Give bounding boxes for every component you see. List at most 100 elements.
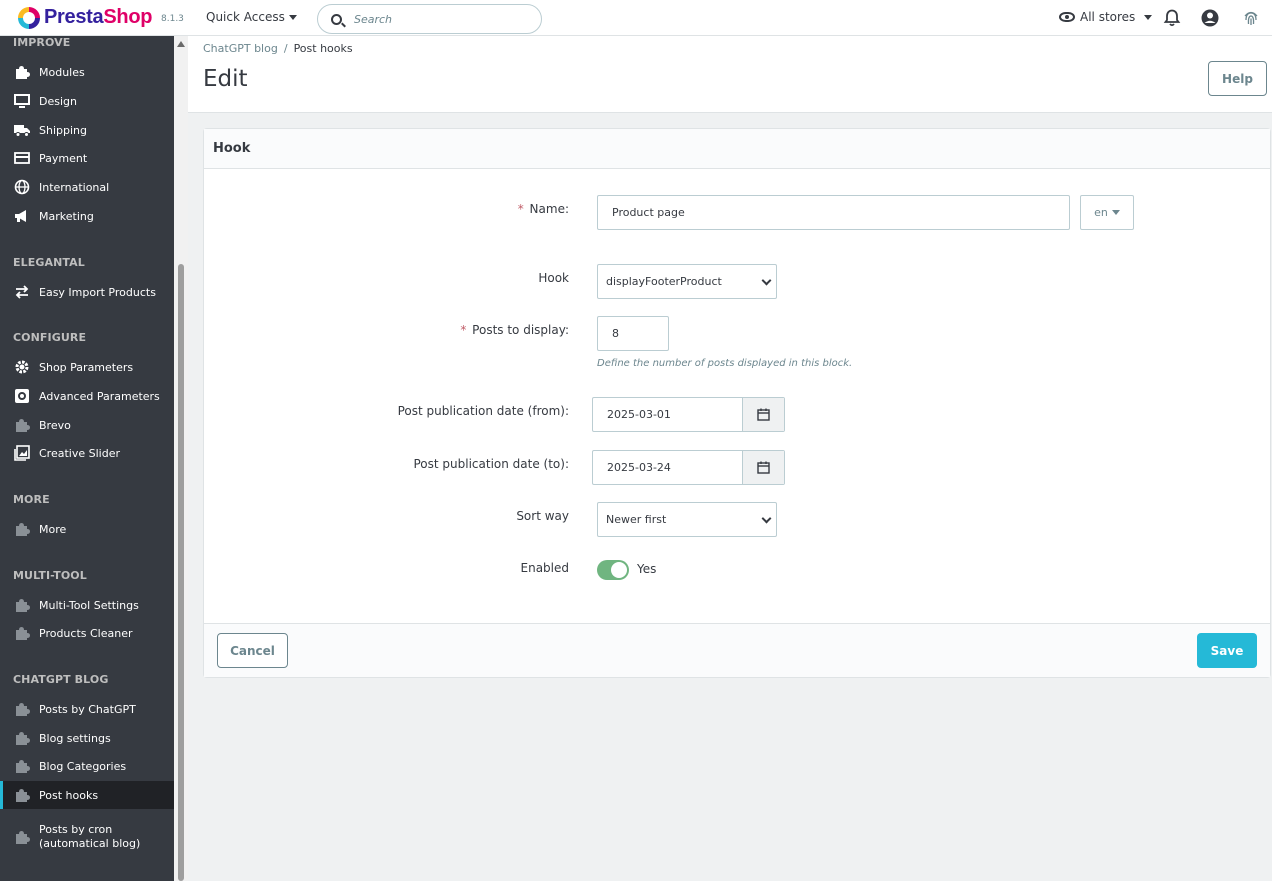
- required-marker: *: [517, 202, 524, 216]
- sidebar-item-more[interactable]: More: [0, 515, 174, 543]
- quick-access-label: Quick Access: [206, 10, 285, 24]
- name-field-value: Product page: [612, 206, 685, 219]
- chevron-down-icon: [761, 275, 772, 286]
- truck-icon: [14, 125, 30, 137]
- hook-select-value: displayFooterProduct: [606, 275, 722, 288]
- posts-to-display-field[interactable]: 8: [597, 316, 669, 351]
- sidebar-item-label: More: [39, 522, 67, 536]
- scrollbar-thumb[interactable]: [178, 264, 184, 881]
- credit-card-icon: [14, 152, 30, 164]
- sidebar-item-modules[interactable]: Modules: [0, 58, 174, 86]
- sidebar-item-design[interactable]: Design: [0, 87, 174, 115]
- date-to-field[interactable]: 2025-03-24: [592, 450, 785, 485]
- eye-icon: [1059, 12, 1075, 22]
- breadcrumb: ChatGPT blog / Post hooks: [203, 42, 353, 55]
- sidebar-item-label: Shipping: [39, 123, 87, 137]
- date-from-calendar-button[interactable]: [742, 398, 784, 431]
- globe-icon: [14, 179, 30, 195]
- fingerprint-icon[interactable]: [1241, 8, 1261, 28]
- scroll-up-arrow-icon[interactable]: [177, 41, 185, 47]
- language-dropdown[interactable]: en: [1080, 195, 1134, 230]
- store-selector[interactable]: All stores: [1059, 10, 1153, 24]
- date-from-label: Post publication date (from):: [397, 404, 569, 418]
- sidebar-item-label: Advanced Parameters: [39, 389, 160, 403]
- sidebar-item-label: Creative Slider: [39, 446, 120, 460]
- hook-label: Hook: [538, 271, 569, 285]
- puzzle-icon: [16, 831, 30, 844]
- name-label: * Name:: [517, 202, 569, 216]
- sidebar-item-marketing[interactable]: Marketing: [0, 202, 174, 230]
- sidebar-item-label: International: [39, 180, 110, 194]
- help-button[interactable]: Help: [1208, 61, 1267, 96]
- sidebar-item-label: Blog settings: [39, 731, 111, 745]
- image-icon: [14, 445, 30, 461]
- calendar-icon: [757, 408, 770, 421]
- sidebar-item-posts-by-cron[interactable]: Posts by cron (automatical blog): [0, 816, 174, 858]
- sort-way-select[interactable]: Newer first: [597, 502, 777, 537]
- search-input[interactable]: [354, 12, 524, 26]
- logo-text-part2: Shop: [103, 6, 153, 28]
- sidebar-item-label: Brevo: [39, 418, 71, 432]
- hook-form-panel: Hook * Name: Product page en Hook displa…: [203, 128, 1271, 678]
- sidebar-scrollbar[interactable]: [174, 36, 188, 881]
- sidebar-item-multi-tool-settings[interactable]: Multi-Tool Settings: [0, 591, 174, 619]
- enabled-toggle[interactable]: [597, 560, 629, 580]
- settings-box-icon: [15, 389, 29, 403]
- sidebar-item-easy-import-products[interactable]: Easy Import Products: [0, 278, 174, 306]
- monitor-icon: [14, 94, 30, 108]
- caret-down-icon: [288, 14, 297, 20]
- date-to-label: Post publication date (to):: [413, 457, 569, 471]
- sidebar-item-shipping[interactable]: Shipping: [0, 116, 174, 144]
- quick-access-dropdown[interactable]: Quick Access: [206, 10, 297, 24]
- sidebar-item-advanced-parameters[interactable]: Advanced Parameters: [0, 382, 174, 410]
- sidebar-item-products-cleaner[interactable]: Products Cleaner: [0, 619, 174, 647]
- save-button[interactable]: Save: [1197, 633, 1257, 668]
- breadcrumb-separator: /: [283, 42, 288, 55]
- sidebar-item-posts-by-chatgpt[interactable]: Posts by ChatGPT: [0, 695, 174, 723]
- sidebar-item-label-line2: (automatical blog): [39, 837, 141, 850]
- cancel-button[interactable]: Cancel: [217, 633, 288, 668]
- sidebar-section-configure: CONFIGURE: [13, 331, 87, 344]
- posts-to-display-help: Define the number of posts displayed in …: [597, 358, 853, 369]
- sidebar-item-brevo[interactable]: Brevo: [0, 411, 174, 439]
- sidebar-item-label: Shop Parameters: [39, 360, 134, 374]
- sidebar-item-post-hooks[interactable]: Post hooks: [0, 781, 174, 809]
- account-icon[interactable]: [1200, 8, 1220, 28]
- sidebar-item-creative-slider[interactable]: Creative Slider: [0, 439, 174, 467]
- sidebar-item-blog-settings[interactable]: Blog settings: [0, 724, 174, 752]
- puzzle-icon: [16, 789, 30, 802]
- puzzle-icon: [16, 523, 30, 536]
- prestashop-logo[interactable]: PrestaShop: [18, 6, 152, 29]
- bell-icon[interactable]: [1162, 8, 1182, 28]
- breadcrumb-item-post-hooks: Post hooks: [293, 42, 353, 55]
- sidebar-item-label: Marketing: [39, 209, 94, 223]
- name-field[interactable]: Product page: [597, 195, 1070, 230]
- puzzle-icon: [16, 627, 30, 640]
- sidebar-item-international[interactable]: International: [0, 173, 174, 201]
- gear-icon: [15, 360, 29, 374]
- breadcrumb-item-chatgpt-blog[interactable]: ChatGPT blog: [203, 42, 278, 55]
- caret-down-icon: [1111, 210, 1120, 215]
- date-from-field[interactable]: 2025-03-01: [592, 397, 785, 432]
- sidebar-item-label: Products Cleaner: [39, 626, 133, 640]
- search-box[interactable]: [317, 4, 542, 34]
- calendar-icon: [757, 461, 770, 474]
- sidebar-item-shop-parameters[interactable]: Shop Parameters: [0, 353, 174, 381]
- store-selector-label: All stores: [1080, 10, 1136, 24]
- date-to-calendar-button[interactable]: [742, 451, 784, 484]
- chevron-down-icon: [761, 513, 772, 524]
- sidebar-item-label-line1: Posts by cron: [39, 823, 113, 836]
- sidebar-item-blog-categories[interactable]: Blog Categories: [0, 752, 174, 780]
- posts-to-display-value: 8: [612, 327, 619, 340]
- posts-to-display-label: * Posts to display:: [460, 323, 569, 337]
- language-label: en: [1094, 206, 1108, 219]
- megaphone-icon: [15, 210, 26, 222]
- puzzle-icon: [16, 599, 30, 612]
- sidebar-item-label: Posts by ChatGPT: [39, 702, 136, 716]
- sidebar-section-more: MORE: [13, 493, 50, 506]
- sidebar-item-payment[interactable]: Payment: [0, 144, 174, 172]
- sidebar-section-improve: IMPROVE: [13, 36, 71, 49]
- panel-title: Hook: [204, 129, 1270, 169]
- sidebar-section-multi-tool: MULTI-TOOL: [13, 569, 87, 582]
- hook-select[interactable]: displayFooterProduct: [597, 264, 777, 299]
